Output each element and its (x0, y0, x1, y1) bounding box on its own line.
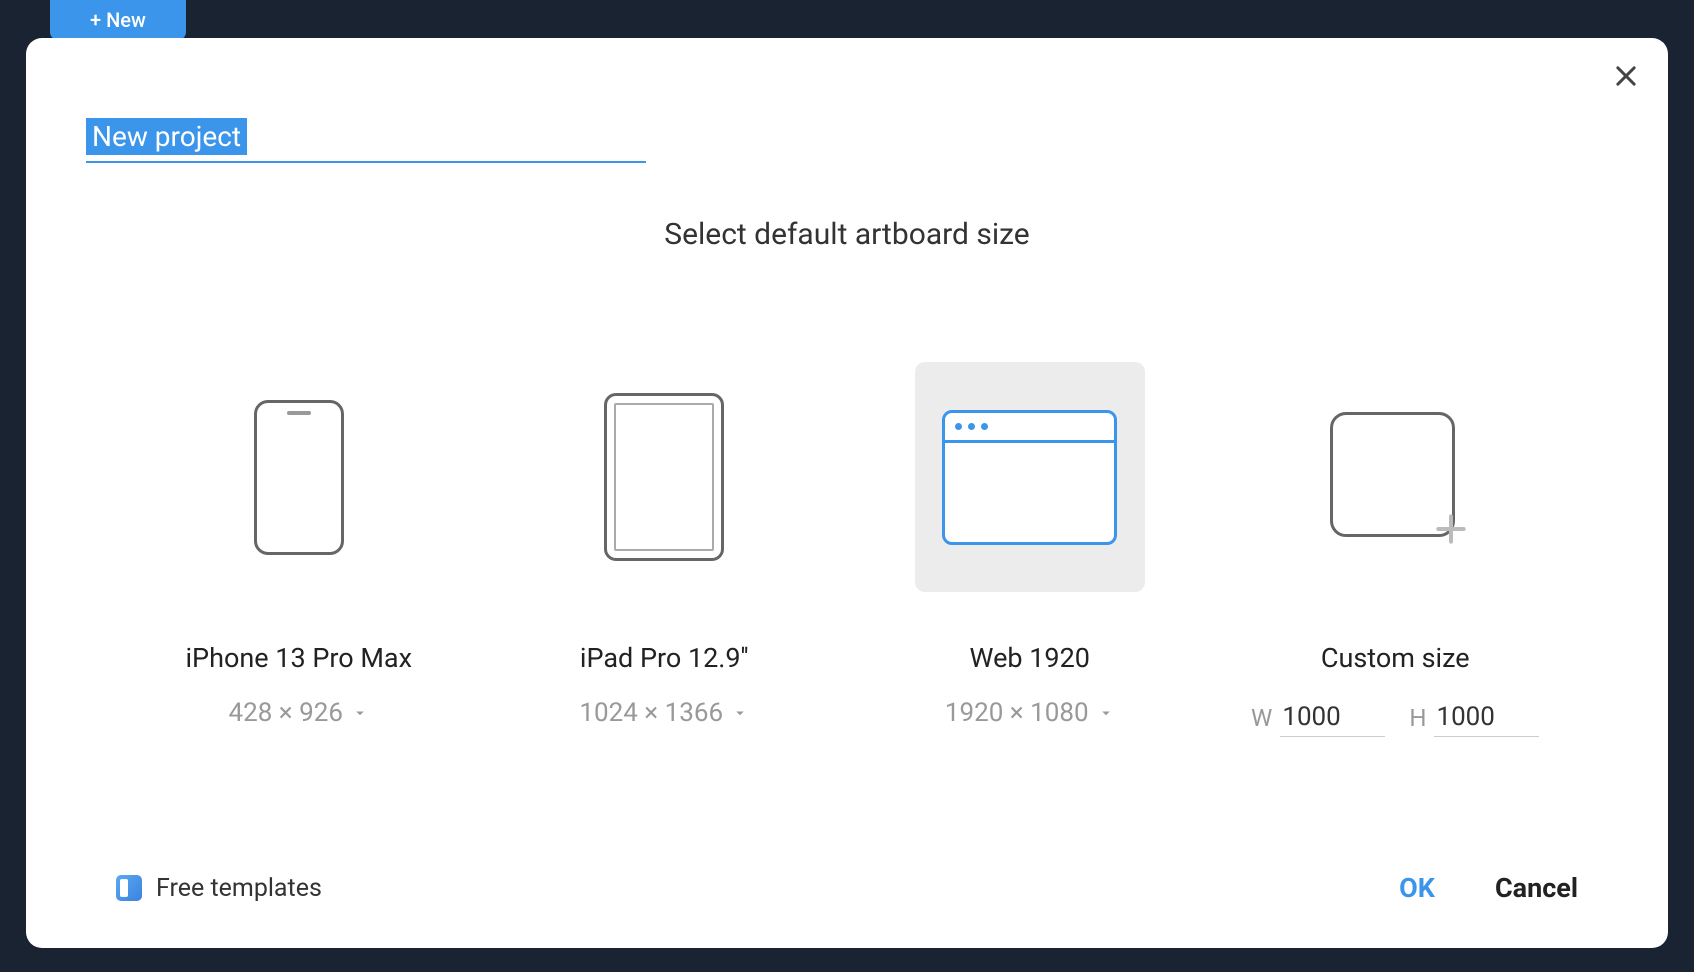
height-input[interactable] (1434, 698, 1539, 737)
new-project-modal: New project Select default artboard size… (26, 38, 1668, 948)
background-toolbar: + New (0, 0, 1694, 40)
ok-button[interactable]: OK (1399, 872, 1435, 904)
custom-icon-box (1280, 362, 1510, 592)
section-title: Select default artboard size (86, 217, 1608, 252)
modal-footer: Free templates OK Cancel (116, 872, 1578, 904)
chevron-down-icon (1097, 704, 1115, 722)
custom-size-icon (1330, 412, 1460, 542)
artboard-size-dropdown[interactable]: 1024 × 1366 (579, 698, 749, 728)
artboard-title: Custom size (1321, 642, 1470, 674)
project-name-field[interactable]: New project (86, 118, 646, 163)
height-label: H (1409, 704, 1426, 732)
chevron-down-icon (731, 704, 749, 722)
width-label: W (1251, 704, 1272, 732)
artboard-options: iPhone 13 Pro Max 428 × 926 iPad Pro 12.… (86, 362, 1608, 737)
artboard-title: iPhone 13 Pro Max (185, 642, 412, 674)
close-button[interactable] (1612, 62, 1640, 94)
artboard-title: Web 1920 (970, 642, 1090, 674)
templates-label: Free templates (156, 874, 322, 903)
plus-icon (1432, 510, 1470, 552)
artboard-option-tablet[interactable]: iPad Pro 12.9'' 1024 × 1366 (514, 362, 814, 737)
phone-icon (254, 400, 344, 555)
artboard-option-custom[interactable]: Custom size W H (1245, 362, 1545, 737)
close-icon (1612, 62, 1640, 90)
tablet-icon (604, 393, 724, 561)
artboard-option-phone[interactable]: iPhone 13 Pro Max 428 × 926 (149, 362, 449, 737)
artboard-option-web[interactable]: Web 1920 1920 × 1080 (880, 362, 1180, 737)
free-templates-link[interactable]: Free templates (116, 874, 322, 903)
new-button-bg: + New (50, 0, 186, 40)
browser-window-icon (942, 410, 1117, 545)
cancel-button[interactable]: Cancel (1495, 872, 1578, 904)
tablet-icon-box (549, 362, 779, 592)
width-input[interactable] (1280, 698, 1385, 737)
artboard-size-text: 1024 × 1366 (579, 698, 723, 728)
chevron-down-icon (351, 704, 369, 722)
footer-buttons: OK Cancel (1399, 872, 1578, 904)
phone-icon-box (184, 362, 414, 592)
project-name-text: New project (86, 118, 247, 155)
artboard-size-dropdown[interactable]: 1920 × 1080 (945, 698, 1115, 728)
artboard-title: iPad Pro 12.9'' (580, 642, 749, 674)
artboard-size-text: 428 × 926 (229, 698, 343, 728)
artboard-size-dropdown[interactable]: 428 × 926 (229, 698, 369, 728)
web-icon-box (915, 362, 1145, 592)
custom-size-inputs: W H (1251, 698, 1539, 737)
templates-icon (116, 875, 142, 901)
artboard-size-text: 1920 × 1080 (945, 698, 1089, 728)
